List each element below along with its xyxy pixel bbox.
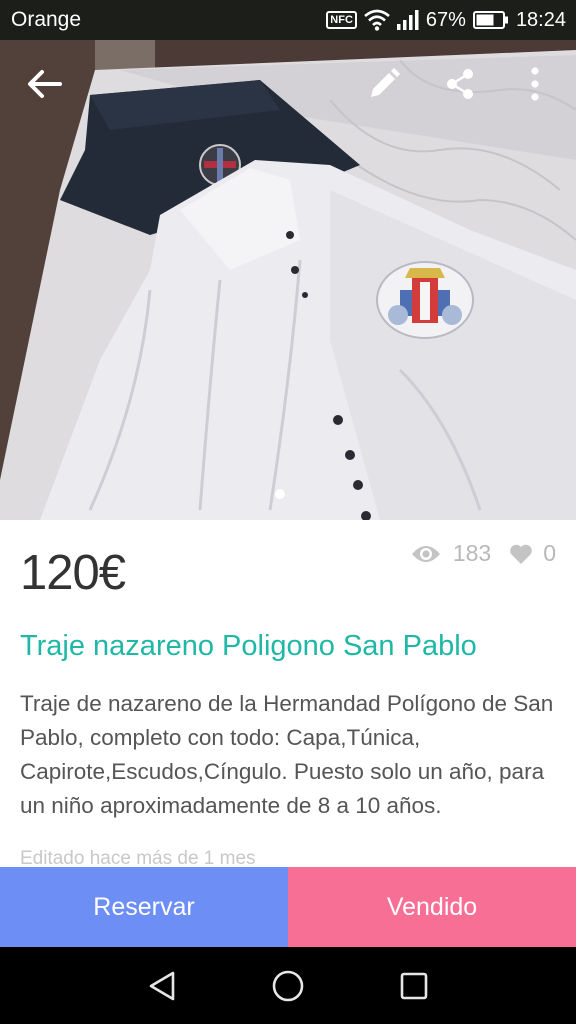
gallery-page-indicator <box>275 489 285 499</box>
status-indicators: NFC 67% 18:24 <box>326 6 566 34</box>
product-image-gallery[interactable] <box>0 40 576 520</box>
product-detail-screen: Orange NFC 67% 18:24 183 0 120€ Traje na… <box>0 0 576 1024</box>
wifi-icon <box>364 9 390 31</box>
likes-count: 0 <box>543 540 556 566</box>
nav-home-icon[interactable] <box>268 966 308 1006</box>
nfc-icon: NFC <box>326 11 357 29</box>
back-arrow-icon[interactable] <box>24 64 64 104</box>
product-description: Traje de nazareno de la Hermandad Polígo… <box>20 691 554 818</box>
battery-percent: 67% <box>425 8 466 31</box>
action-bar: Reservar Vendido <box>0 867 576 947</box>
nav-back-icon[interactable] <box>142 966 182 1006</box>
status-bar: Orange NFC 67% 18:24 <box>0 0 576 40</box>
edit-pencil-icon[interactable] <box>364 64 404 104</box>
system-navigation-bar <box>0 947 576 1024</box>
views-count: 183 <box>452 540 492 566</box>
clock: 18:24 <box>515 8 566 31</box>
battery-icon <box>472 10 509 30</box>
product-photo <box>0 40 576 520</box>
share-icon[interactable] <box>440 64 480 104</box>
more-vertical-icon[interactable] <box>515 64 555 104</box>
item-stats: 183 0 <box>411 540 556 567</box>
product-title: Traje nazareno Poligono San Pablo <box>20 630 477 662</box>
heart-icon <box>509 543 533 565</box>
reserve-button[interactable]: Reservar <box>0 867 288 947</box>
eye-icon <box>411 544 441 564</box>
product-price: 120€ <box>20 546 126 600</box>
carrier-name: Orange <box>11 8 82 31</box>
sold-button[interactable]: Vendido <box>288 867 576 947</box>
signal-icon <box>396 10 419 30</box>
nav-recents-icon[interactable] <box>394 966 434 1006</box>
